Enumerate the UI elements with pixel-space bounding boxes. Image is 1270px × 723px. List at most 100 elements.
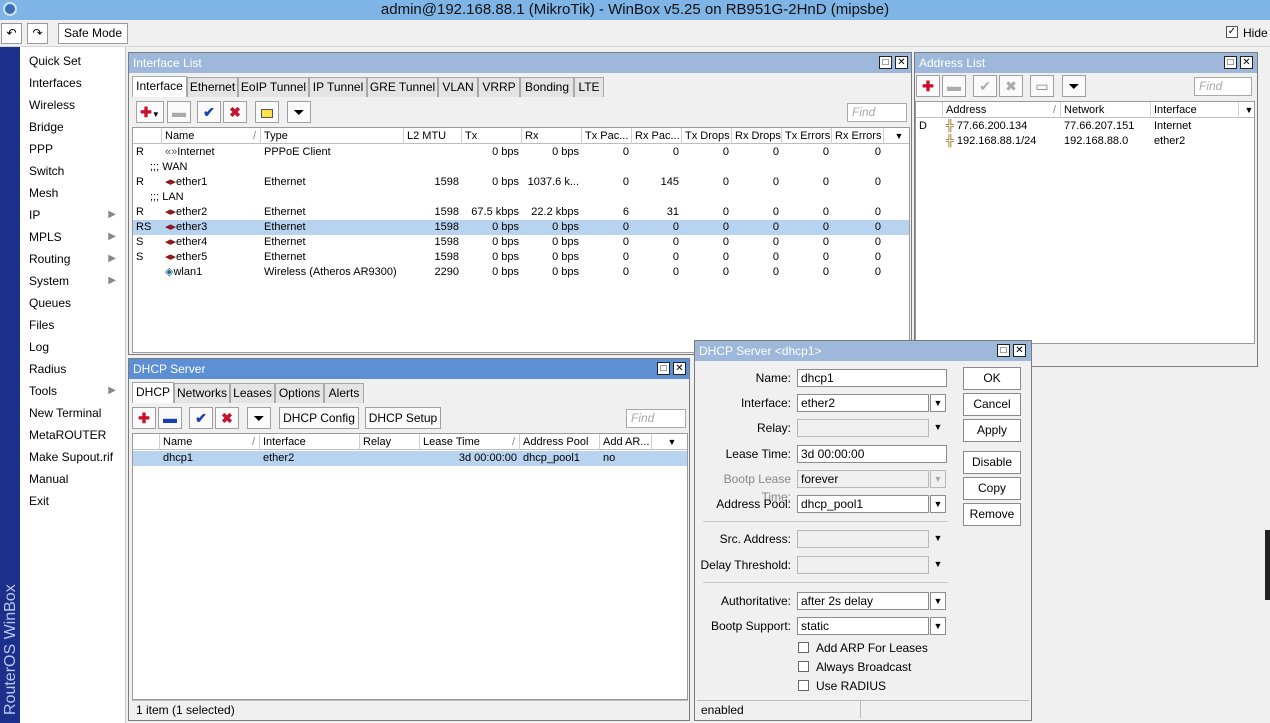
add-arp-for-leases-checkbox[interactable] xyxy=(798,642,809,653)
enable-button[interactable]: ✔ xyxy=(973,75,997,97)
menu-item-tools[interactable]: Tools ▶ xyxy=(20,380,126,402)
add-button[interactable]: ✚ xyxy=(132,407,156,429)
col-interface[interactable]: Interface xyxy=(1151,102,1239,118)
menu-item-interfaces[interactable]: Interfaces xyxy=(20,72,126,94)
col-address[interactable]: Address / xyxy=(943,102,1061,118)
menu-item-switch[interactable]: Switch xyxy=(20,160,126,182)
lease-time-input[interactable]: 3d 00:00:00 xyxy=(797,445,947,463)
hide-passwords-checkbox[interactable]: ✓ xyxy=(1226,26,1238,38)
apply-button[interactable]: Apply xyxy=(963,419,1021,442)
find-input[interactable]: Find xyxy=(1194,77,1252,96)
menu-item-ppp[interactable]: PPP xyxy=(20,138,126,160)
menu-item-system[interactable]: System ▶ xyxy=(20,270,126,292)
tab-options[interactable]: Options xyxy=(275,383,324,403)
disable-button[interactable]: Disable xyxy=(963,451,1021,474)
col-tx-packets[interactable]: Tx Pac... xyxy=(582,128,632,144)
close-button[interactable]: ✕ xyxy=(1240,56,1253,69)
table-row-selected[interactable]: RS ◂▸ether3 Ethernet 1598 0 bps 0 bps 0 … xyxy=(133,220,909,235)
menu-item-mpls[interactable]: MPLS ▶ xyxy=(20,226,126,248)
name-input[interactable]: dhcp1 xyxy=(797,369,947,387)
col-relay[interactable]: Relay xyxy=(360,434,420,450)
menu-item-queues[interactable]: Queues xyxy=(20,292,126,314)
remove-button[interactable]: ▬ xyxy=(158,407,182,429)
menu-item-log[interactable]: Log xyxy=(20,336,126,358)
src-address-dropdown-icon[interactable]: ▼ xyxy=(930,530,946,548)
delay-threshold-dropdown-icon[interactable]: ▼ xyxy=(930,556,946,574)
delay-threshold-input[interactable] xyxy=(797,556,929,574)
col-tx-drops[interactable]: Tx Drops xyxy=(682,128,732,144)
use-radius-checkbox[interactable] xyxy=(798,680,809,691)
col-rx-packets[interactable]: Rx Pac... xyxy=(632,128,682,144)
bootp-support-select[interactable]: static xyxy=(797,617,929,635)
bootp-lease-dropdown-icon[interactable]: ▼ xyxy=(930,470,946,488)
maximize-button[interactable]: □ xyxy=(879,56,892,69)
col-rx[interactable]: Rx xyxy=(522,128,582,144)
authoritative-select[interactable]: after 2s delay xyxy=(797,592,929,610)
col-name[interactable]: Name / xyxy=(160,434,260,450)
add-menu-button[interactable]: ✚▼ xyxy=(136,101,164,123)
address-pool-select[interactable]: dhcp_pool1 xyxy=(797,495,929,513)
bootp-lease-time-select[interactable]: forever xyxy=(797,470,929,488)
col-address-pool[interactable]: Address Pool xyxy=(520,434,600,450)
menu-item-radius[interactable]: Radius xyxy=(20,358,126,380)
tab-ip-tunnel[interactable]: IP Tunnel xyxy=(309,77,367,97)
table-row[interactable]: S ◂▸ether5 Ethernet 1598 0 bps 0 bps 0 0… xyxy=(133,250,909,265)
col-name[interactable]: Name / xyxy=(162,128,261,144)
maximize-button[interactable]: □ xyxy=(997,344,1010,357)
column-chooser-icon[interactable]: ▼ xyxy=(884,128,909,144)
enable-button[interactable]: ✔ xyxy=(197,101,221,123)
tab-gre-tunnel[interactable]: GRE Tunnel xyxy=(367,77,438,97)
table-row[interactable]: R «»Internet PPPoE Client 0 bps 0 bps 0 … xyxy=(133,145,909,160)
menu-item-quick-set[interactable]: Quick Set xyxy=(20,50,126,72)
tab-interface[interactable]: Interface xyxy=(132,76,187,97)
col-flags[interactable] xyxy=(916,102,943,118)
comment-button[interactable]: ▭ xyxy=(1030,75,1054,97)
menu-item-new-terminal[interactable]: New Terminal xyxy=(20,402,126,424)
tab-vlan[interactable]: VLAN xyxy=(438,77,478,97)
menu-item-routing[interactable]: Routing ▶ xyxy=(20,248,126,270)
col-tx-errors[interactable]: Tx Errors xyxy=(782,128,832,144)
undo-button[interactable]: ↶ xyxy=(1,23,22,44)
table-row[interactable]: R ◂▸ether1 Ethernet 1598 0 bps 1037.6 k.… xyxy=(133,175,909,190)
column-chooser-icon[interactable]: ▼ xyxy=(1239,102,1254,118)
cancel-button[interactable]: Cancel xyxy=(963,393,1021,416)
address-pool-dropdown-icon[interactable]: ▼ xyxy=(930,495,946,513)
filter-button[interactable]: ⏷ xyxy=(1062,75,1086,97)
menu-item-exit[interactable]: Exit xyxy=(20,490,126,512)
disable-button[interactable]: ✖ xyxy=(215,407,239,429)
table-row[interactable]: S ◂▸ether4 Ethernet 1598 0 bps 0 bps 0 0… xyxy=(133,235,909,250)
enable-button[interactable]: ✔ xyxy=(189,407,213,429)
dhcp-config-button[interactable]: DHCP Config xyxy=(279,407,359,429)
filter-button[interactable]: ⏷ xyxy=(287,101,311,123)
col-type[interactable]: Type xyxy=(261,128,404,144)
find-input[interactable]: Find xyxy=(847,103,907,122)
redo-button[interactable]: ↷ xyxy=(27,23,48,44)
copy-button[interactable]: Copy xyxy=(963,477,1021,500)
tab-dhcp[interactable]: DHCP xyxy=(132,382,174,403)
col-flags[interactable] xyxy=(133,434,160,450)
menu-item-manual[interactable]: Manual xyxy=(20,468,126,490)
col-l2mtu[interactable]: L2 MTU xyxy=(404,128,462,144)
table-row[interactable]: ◈wlan1 Wireless (Atheros AR9300) 2290 0 … xyxy=(133,265,909,280)
interface-dropdown-icon[interactable]: ▼ xyxy=(930,394,946,412)
remove-button[interactable]: ▬ xyxy=(167,101,191,123)
tab-ethernet[interactable]: Ethernet xyxy=(187,77,238,97)
table-row-selected[interactable]: dhcp1 ether2 3d 00:00:00 dhcp_pool1 no xyxy=(133,451,687,466)
relay-dropdown-icon[interactable]: ▼ xyxy=(930,419,946,437)
col-tx[interactable]: Tx xyxy=(462,128,522,144)
find-input[interactable]: Find xyxy=(626,409,686,428)
bootp-support-dropdown-icon[interactable]: ▼ xyxy=(930,617,946,635)
col-rx-errors[interactable]: Rx Errors xyxy=(832,128,884,144)
maximize-button[interactable]: □ xyxy=(657,362,670,375)
col-network[interactable]: Network xyxy=(1061,102,1151,118)
menu-item-metarouter[interactable]: MetaROUTER xyxy=(20,424,126,446)
remove-button[interactable]: ▬ xyxy=(942,75,966,97)
col-interface[interactable]: Interface xyxy=(260,434,360,450)
table-row[interactable]: D ╬ 77.66.200.134 77.66.207.151 Internet xyxy=(916,119,1254,134)
col-lease-time[interactable]: Lease Time / xyxy=(420,434,520,450)
remove-button[interactable]: Remove xyxy=(963,503,1021,526)
tab-bonding[interactable]: Bonding xyxy=(520,77,574,97)
menu-item-mesh[interactable]: Mesh xyxy=(20,182,126,204)
menu-item-make-supout[interactable]: Make Supout.rif xyxy=(20,446,126,468)
close-button[interactable]: ✕ xyxy=(895,56,908,69)
